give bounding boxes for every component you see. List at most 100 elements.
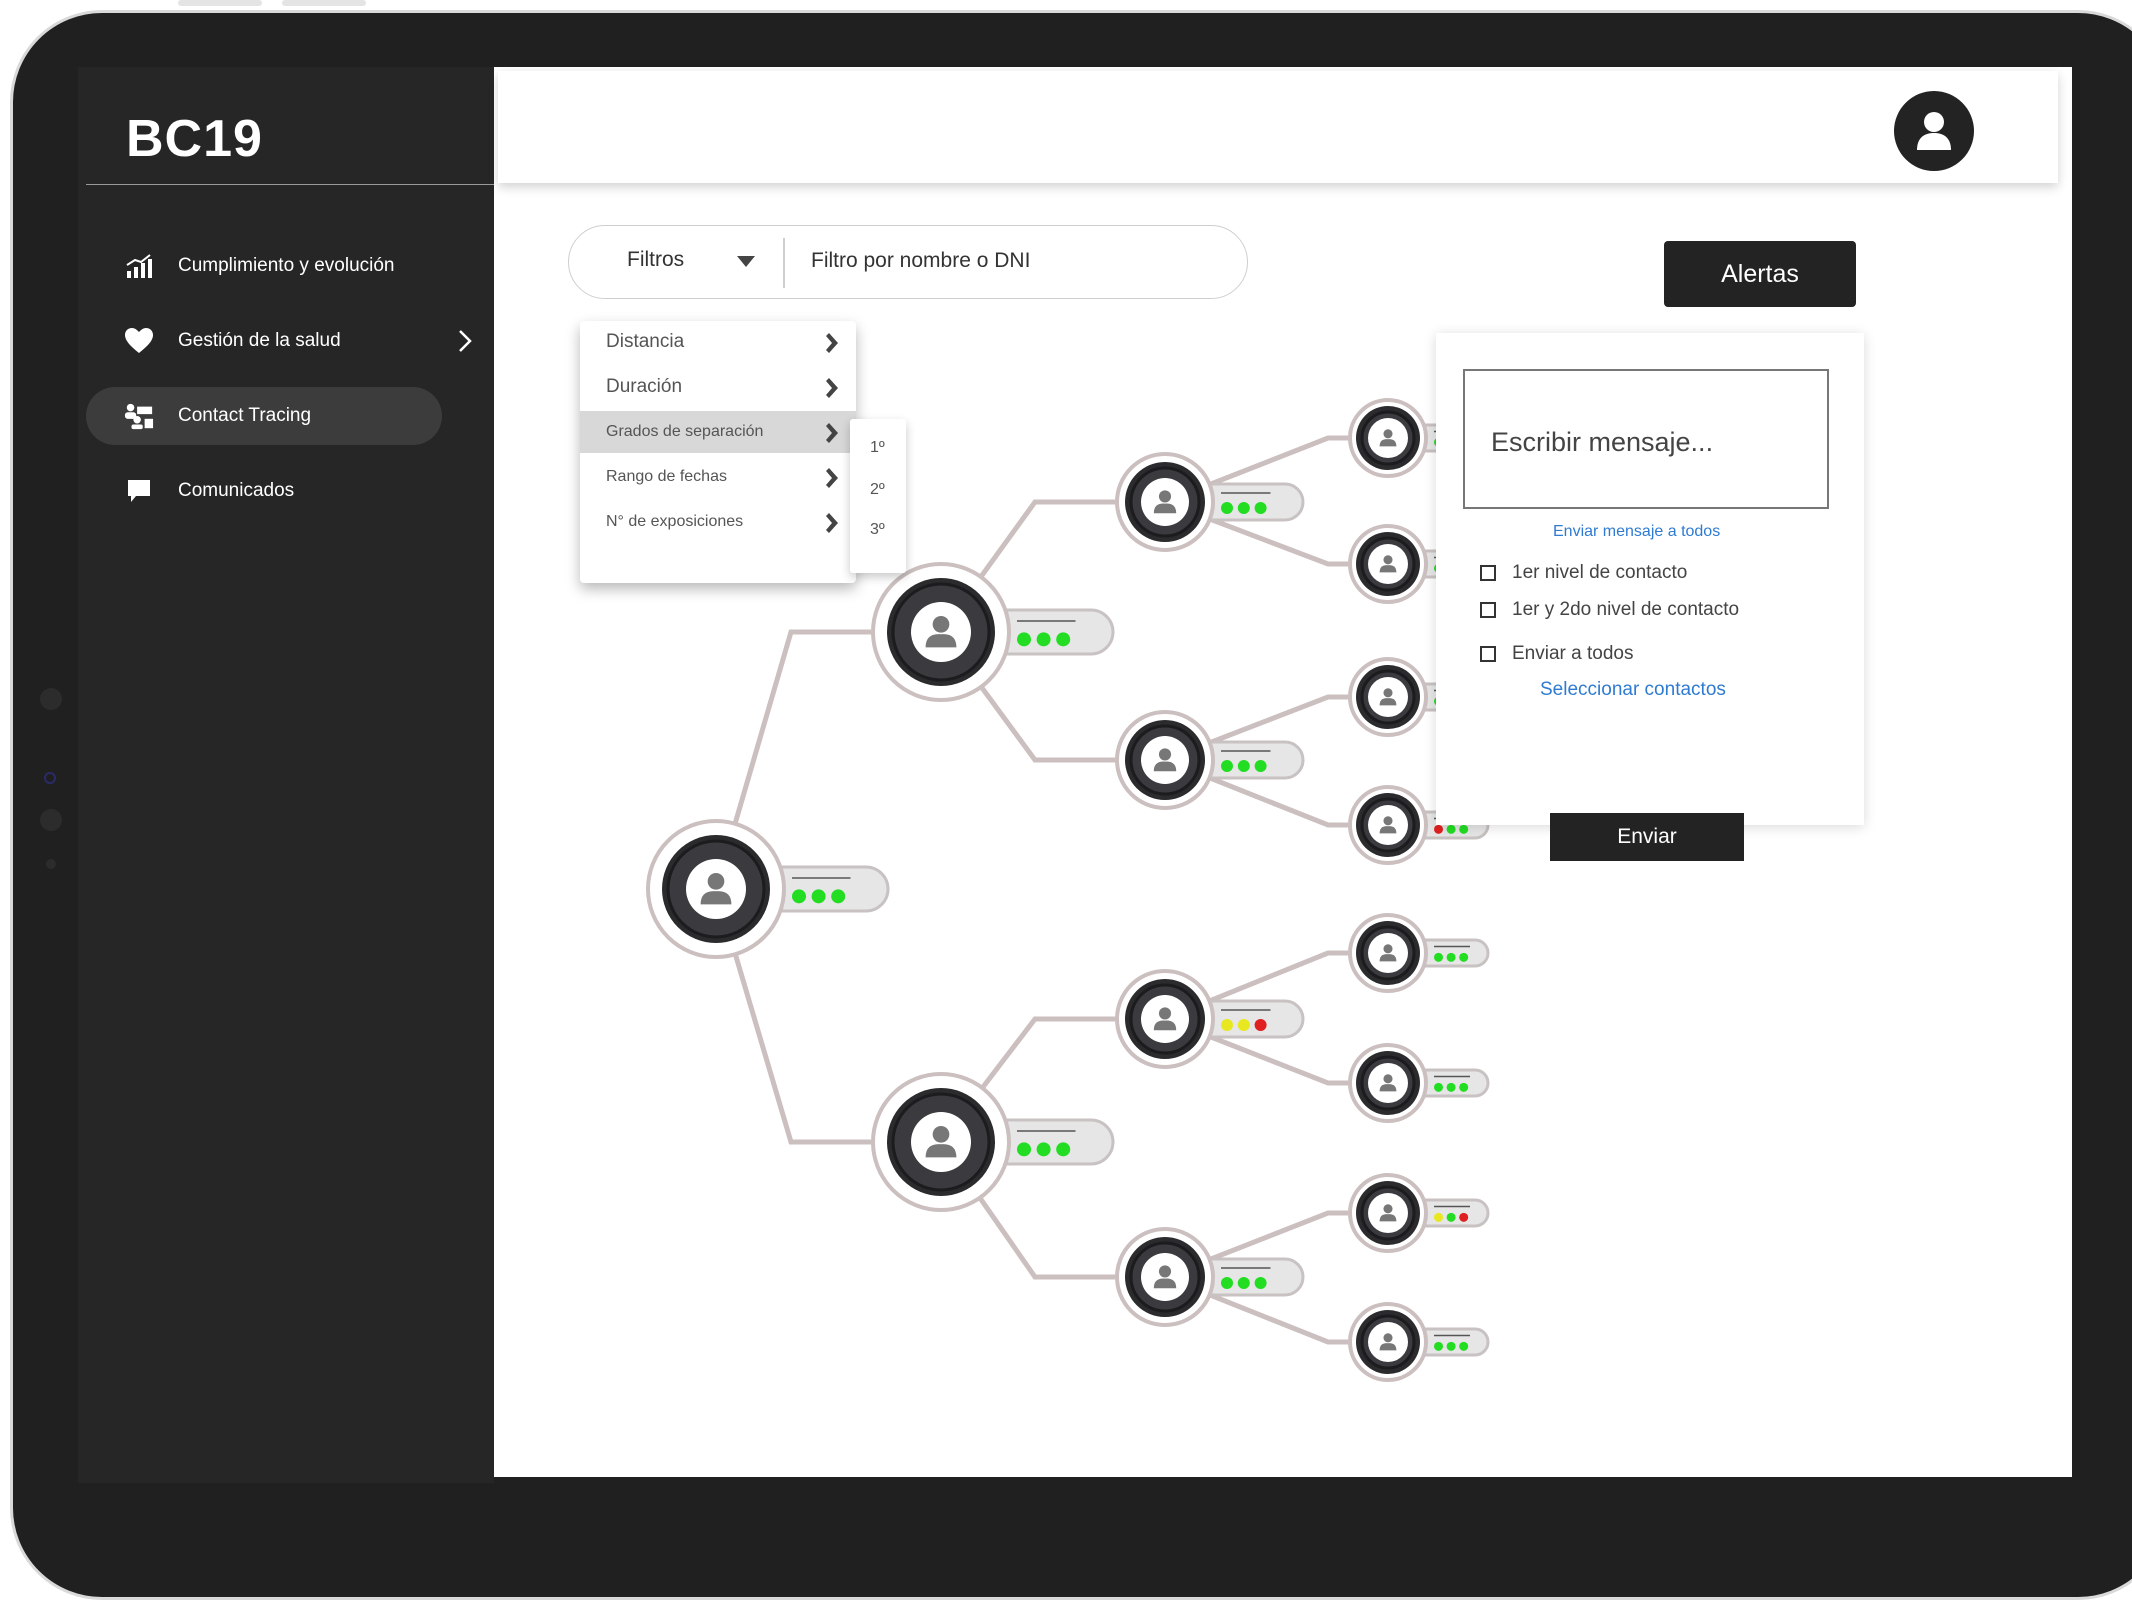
contact-node[interactable]	[1115, 969, 1305, 1069]
chat-icon	[124, 476, 154, 506]
app-logo: BC19	[126, 110, 263, 168]
send-all-link[interactable]: Enviar mensaje a todos	[1553, 523, 1720, 541]
status-dot	[1221, 502, 1233, 514]
option-first-second-level[interactable]: 1er y 2do nivel de contacto	[1480, 599, 1739, 621]
degree-option-3[interactable]: 3º	[870, 521, 885, 539]
contact-node[interactable]	[1115, 452, 1305, 552]
status-dot	[1221, 1277, 1233, 1289]
contact-node[interactable]	[871, 1072, 1115, 1212]
filter-item-label: Grados de separación	[606, 423, 764, 440]
contact-node[interactable]	[1115, 1227, 1305, 1327]
heart-icon	[124, 326, 154, 356]
status-dot	[1434, 952, 1443, 962]
filter-item-grados[interactable]: Grados de separación	[580, 411, 856, 453]
filter-item-distancia[interactable]: Distancia	[580, 321, 856, 363]
status-dot	[1221, 760, 1233, 772]
sidebar: BC19 Cumplimiento y evolución Gestión de…	[78, 67, 494, 1483]
status-dot	[1254, 502, 1267, 514]
status-dot	[1446, 1341, 1456, 1351]
status-dot	[831, 889, 846, 904]
sidebar-item-cumplimiento[interactable]: Cumplimiento y evolución	[86, 237, 442, 295]
status-dot	[1237, 1019, 1250, 1031]
degrees-submenu: 1º 2º 3º	[850, 419, 906, 573]
status-dot	[1221, 1019, 1233, 1031]
checkbox[interactable]	[1480, 602, 1496, 618]
status-dot	[1056, 1142, 1071, 1157]
filter-item-label: N° de exposiciones	[606, 513, 744, 530]
status-dot	[1434, 1082, 1443, 1092]
degree-option-1[interactable]: 1º	[870, 439, 885, 457]
checkbox[interactable]	[1480, 565, 1496, 581]
status-dot	[1446, 824, 1456, 834]
status-dot	[1036, 1142, 1051, 1157]
degree-option-2[interactable]: 2º	[870, 481, 885, 499]
chevron-right-icon[interactable]	[458, 329, 472, 359]
status-dot	[1459, 952, 1469, 962]
status-dot	[1434, 1212, 1443, 1222]
sidebar-item-comunicados[interactable]: Comunicados	[86, 462, 442, 520]
option-label: Enviar a todos	[1512, 643, 1634, 664]
chevron-right-icon	[826, 333, 838, 359]
search-input[interactable]	[809, 242, 1213, 280]
filters-button[interactable]: Filtros	[627, 248, 684, 272]
filter-item-duracion[interactable]: Duración	[580, 366, 856, 408]
status-dot	[792, 889, 806, 904]
chevron-right-icon	[826, 468, 838, 493]
option-label: 1er y 2do nivel de contacto	[1512, 599, 1740, 620]
option-label: 1er nivel de contacto	[1512, 562, 1688, 583]
message-box	[1463, 369, 1829, 509]
contact-node[interactable]	[1348, 1043, 1490, 1123]
alert-message-panel: Enviar mensaje a todos 1er nivel de cont…	[1436, 333, 1864, 861]
contact-node[interactable]	[646, 819, 890, 959]
chevron-right-icon	[826, 423, 838, 448]
send-button[interactable]: Enviar	[1550, 813, 1744, 861]
status-dot	[1017, 632, 1031, 647]
filter-bar: Filtros	[568, 225, 1248, 299]
filter-item-rango-fechas[interactable]: Rango de fechas	[580, 456, 856, 498]
option-send-all[interactable]: Enviar a todos	[1480, 643, 1633, 665]
chart-icon	[124, 251, 154, 281]
option-first-level[interactable]: 1er nivel de contacto	[1480, 562, 1687, 584]
status-dot	[1254, 1019, 1267, 1031]
status-dot	[1459, 1212, 1469, 1222]
sidebar-item-gestion-salud[interactable]: Gestión de la salud	[86, 312, 472, 370]
sidebar-item-contact-tracing[interactable]: Contact Tracing	[86, 387, 442, 445]
alerts-button[interactable]: Alertas	[1664, 241, 1856, 307]
filter-divider	[783, 238, 785, 288]
contact-node[interactable]	[1115, 710, 1305, 810]
filter-item-label: Duración	[606, 376, 683, 397]
status-dot	[1446, 1212, 1456, 1222]
sensor-dot	[40, 809, 62, 831]
status-dot	[1434, 824, 1443, 834]
filters-dropdown: Distancia Duración Grados de separación …	[580, 321, 856, 583]
message-input[interactable]	[1489, 421, 1813, 463]
status-dot	[1237, 1277, 1250, 1289]
filter-item-exposiciones[interactable]: N° de exposiciones	[580, 501, 856, 543]
status-dot	[811, 889, 826, 904]
contact-node[interactable]	[871, 562, 1115, 702]
status-dot	[1056, 632, 1071, 647]
status-dot	[1446, 1082, 1456, 1092]
status-dot	[1237, 502, 1250, 514]
status-dot	[1017, 1142, 1031, 1157]
checkbox[interactable]	[1480, 646, 1496, 662]
chevron-right-icon	[826, 378, 838, 404]
status-dot	[1459, 1341, 1469, 1351]
contact-node[interactable]	[1348, 913, 1490, 993]
sidebar-item-label: Gestión de la salud	[178, 330, 341, 351]
people-icon	[124, 401, 154, 431]
logo-divider	[86, 184, 494, 185]
sensor-dot	[46, 859, 56, 869]
camera-lens	[44, 772, 56, 784]
contact-node[interactable]	[1348, 1302, 1490, 1382]
main-content: Filtros Alertas Distancia Duración Grado…	[494, 67, 2072, 1477]
status-dot	[1036, 632, 1051, 647]
select-contacts-link[interactable]: Seleccionar contactos	[1540, 679, 1726, 701]
filter-item-label: Rango de fechas	[606, 468, 727, 485]
camera-dot	[40, 688, 62, 710]
contact-node[interactable]	[1348, 1173, 1490, 1253]
status-dot	[1459, 824, 1469, 834]
device-button	[282, 0, 366, 6]
caret-down-icon[interactable]	[737, 256, 755, 267]
sidebar-item-label: Contact Tracing	[178, 405, 312, 426]
